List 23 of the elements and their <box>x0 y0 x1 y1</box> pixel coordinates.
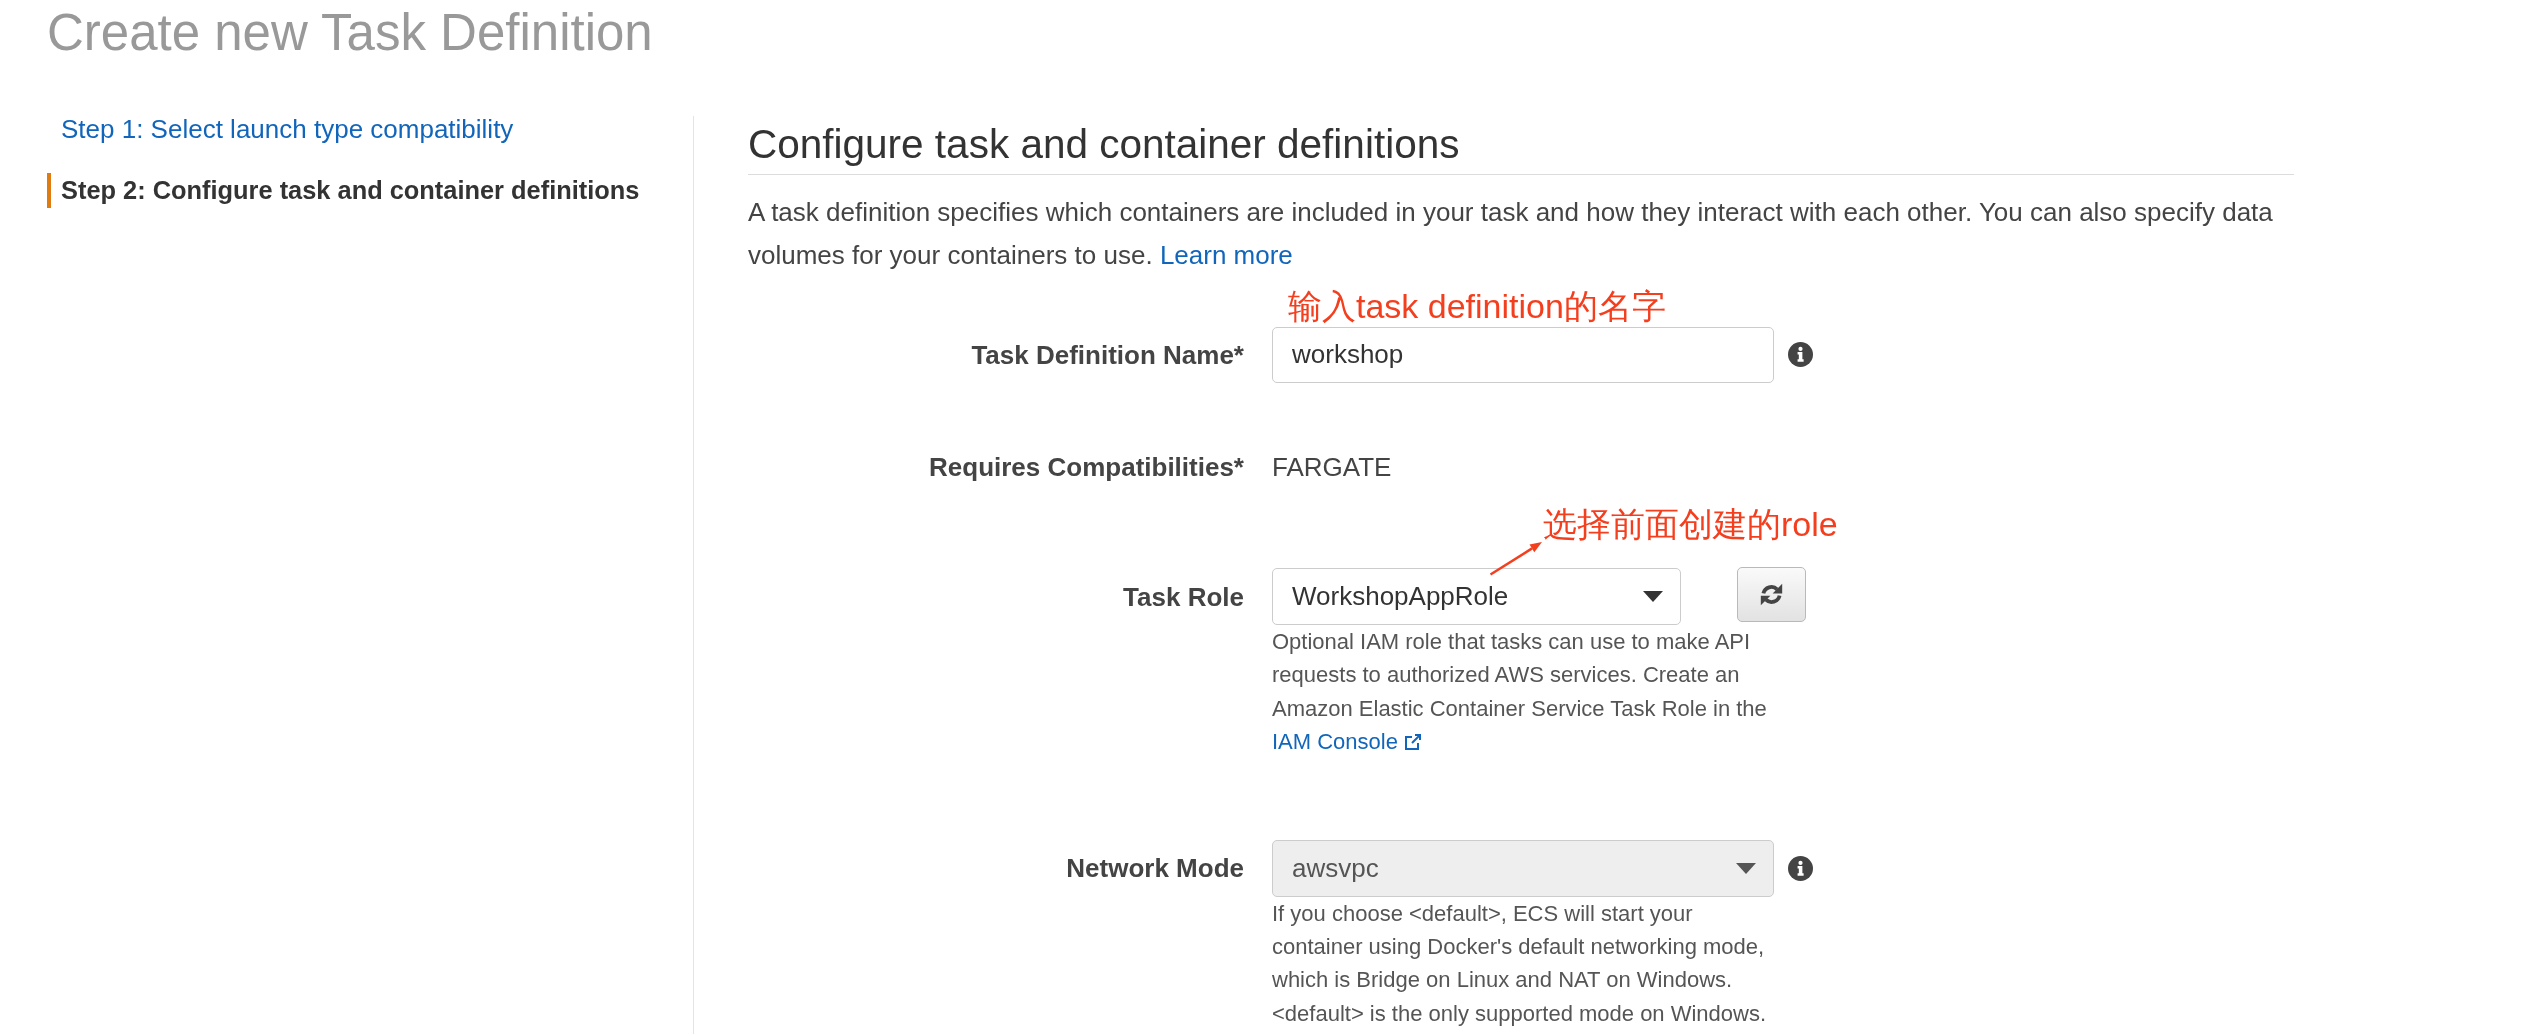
external-link-icon <box>1403 733 1422 752</box>
wizard-step[interactable]: Step 1: Select launch type compatibility <box>47 112 514 147</box>
section-heading: Configure task and container definitions <box>748 124 2294 175</box>
field-label: Task Role <box>1122 580 1244 613</box>
wizard-step[interactable]: Step 2: Configure task and container definitions <box>47 173 640 208</box>
page-title: Create new Task Definition <box>47 3 653 62</box>
text-field[interactable]: workshop <box>1272 326 1774 383</box>
refresh-button[interactable] <box>1737 566 1806 622</box>
section-description: A task definition specifies which containers are included in your task and how they interact with each other. You can also specify data volumes for your containers to use. Learn more <box>748 195 2274 272</box>
caret-icon <box>1736 862 1756 874</box>
field-label: Network Mode <box>1065 852 1244 885</box>
dropdown[interactable]: WorkshopAppRole <box>1272 568 1681 625</box>
help-text: If you choose <default>, ECS will start your container using Docker's default networking mode, which is Bridge on Linux and NAT on Windows. <default> is the only supported mode on Windows. <box>1272 899 1768 1028</box>
annotation-text: 选择前面创建的role <box>1543 504 1838 544</box>
annotation-text: 输入task definition的名字 <box>1288 286 1666 326</box>
info-icon[interactable] <box>1788 342 1813 367</box>
field-value: FARGATE <box>1272 450 1392 483</box>
learn-more-link[interactable]: Learn more <box>1159 239 1293 270</box>
field-label: Requires Compatibilities* <box>928 450 1244 483</box>
field-label: Task Definition Name* <box>970 338 1244 371</box>
help-text: Optional IAM role that tasks can use to make API requests to authorized AWS services. Create an Amazon Elastic Container Service Task Role in the IAM Console <box>1272 628 1768 757</box>
caret-icon <box>1643 591 1663 602</box>
iam-console-link[interactable]: IAM Console <box>1272 729 1422 755</box>
